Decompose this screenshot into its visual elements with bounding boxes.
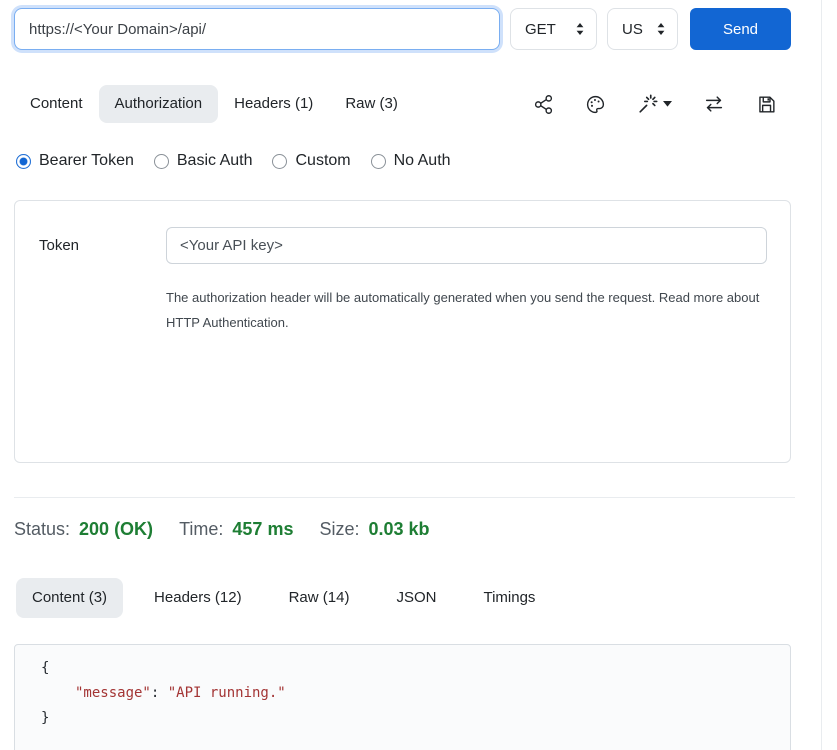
response-time: Time: 457 ms bbox=[179, 519, 293, 540]
tab-raw[interactable]: Raw (3) bbox=[329, 85, 414, 123]
region-select-value: US bbox=[622, 21, 643, 38]
radio-custom[interactable]: Custom bbox=[272, 152, 350, 170]
resp-tab-timings[interactable]: Timings bbox=[467, 578, 551, 618]
send-button[interactable]: Send bbox=[690, 8, 791, 50]
radio-unselected-icon bbox=[272, 154, 287, 169]
tab-content[interactable]: Content bbox=[14, 85, 99, 123]
size-label: Size: bbox=[319, 519, 359, 540]
status-code: Status: 200 (OK) bbox=[14, 519, 153, 540]
tab-headers[interactable]: Headers (1) bbox=[218, 85, 329, 123]
size-value: 0.03 kb bbox=[369, 519, 430, 540]
radio-bearer-token[interactable]: Bearer Token bbox=[16, 152, 134, 170]
radio-label: No Auth bbox=[394, 152, 451, 170]
response-tabs: Content (3) Headers (12) Raw (14) JSON T… bbox=[16, 578, 791, 618]
bearer-token-panel: Token The authorization header will be a… bbox=[14, 200, 791, 463]
api-test-client: GET US Send Content Authorization Header… bbox=[0, 0, 837, 750]
auth-type-options: Bearer Token Basic Auth Custom No Auth bbox=[16, 150, 791, 172]
tab-authorization[interactable]: Authorization bbox=[99, 85, 219, 123]
radio-unselected-icon bbox=[154, 154, 169, 169]
page-right-border bbox=[821, 0, 822, 750]
swap-arrows-icon[interactable] bbox=[703, 93, 725, 115]
code-line: { bbox=[41, 656, 770, 681]
code-line: } bbox=[41, 706, 770, 731]
token-input[interactable] bbox=[166, 227, 767, 264]
magic-wand-dropdown-icon[interactable] bbox=[637, 93, 672, 115]
json-colon: : bbox=[151, 685, 168, 701]
resp-tab-raw[interactable]: Raw (14) bbox=[273, 578, 366, 618]
token-helper-text: The authorization header will be automat… bbox=[166, 285, 766, 335]
region-select[interactable]: US bbox=[607, 8, 678, 50]
url-input[interactable] bbox=[14, 8, 500, 50]
resp-tab-content[interactable]: Content (3) bbox=[16, 578, 123, 618]
json-key: "message" bbox=[75, 685, 151, 701]
status-label: Status: bbox=[14, 519, 70, 540]
radio-selected-icon bbox=[16, 154, 31, 169]
response-summary: Status: 200 (OK) Time: 457 ms Size: 0.03… bbox=[14, 519, 791, 540]
up-down-arrows-icon bbox=[575, 22, 585, 36]
up-down-arrows-icon bbox=[656, 22, 666, 36]
section-divider bbox=[14, 497, 795, 498]
method-select[interactable]: GET bbox=[510, 8, 597, 50]
code-line: "message": "API running." bbox=[41, 681, 770, 706]
time-label: Time: bbox=[179, 519, 223, 540]
radio-label: Custom bbox=[295, 152, 350, 170]
token-label: Token bbox=[39, 237, 166, 254]
response-body-code: { "message": "API running." } bbox=[14, 644, 791, 750]
status-value: 200 (OK) bbox=[79, 519, 153, 540]
radio-no-auth[interactable]: No Auth bbox=[371, 152, 451, 170]
radio-unselected-icon bbox=[371, 154, 386, 169]
json-value: "API running." bbox=[168, 685, 286, 701]
time-value: 457 ms bbox=[232, 519, 293, 540]
radio-basic-auth[interactable]: Basic Auth bbox=[154, 152, 253, 170]
share-icon[interactable] bbox=[533, 94, 554, 115]
save-icon[interactable] bbox=[756, 94, 777, 115]
response-size: Size: 0.03 kb bbox=[319, 519, 429, 540]
palette-icon[interactable] bbox=[585, 94, 606, 115]
chevron-down-icon bbox=[663, 101, 672, 107]
radio-label: Basic Auth bbox=[177, 152, 253, 170]
resp-tab-headers[interactable]: Headers (12) bbox=[138, 578, 258, 618]
request-toolbar bbox=[533, 93, 791, 115]
radio-label: Bearer Token bbox=[39, 152, 134, 170]
method-select-value: GET bbox=[525, 21, 556, 38]
resp-tab-json[interactable]: JSON bbox=[380, 578, 452, 618]
request-tabs: Content Authorization Headers (1) Raw (3… bbox=[14, 85, 791, 123]
request-bar: GET US Send bbox=[14, 8, 791, 50]
